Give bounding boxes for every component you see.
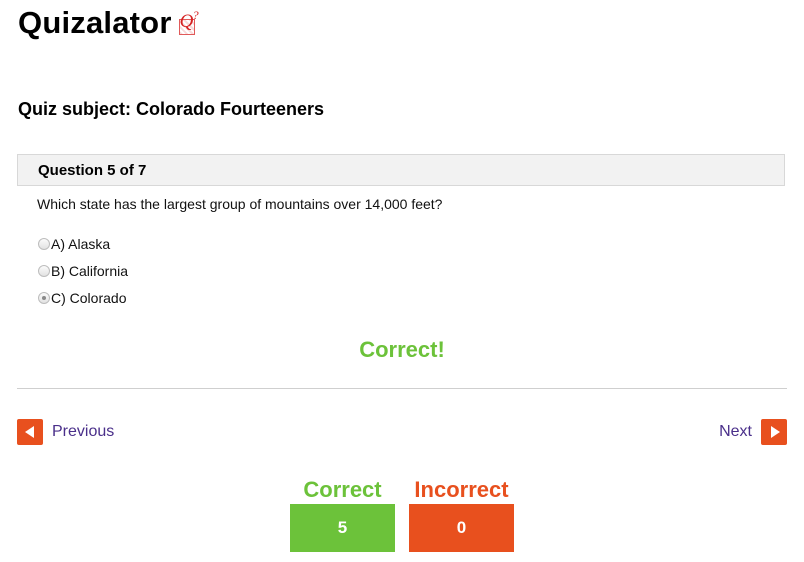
quizalator-app: Quizalator Q ? Quiz subject: Colorado Fo… (0, 0, 804, 562)
answer-option-c[interactable]: C) Colorado (38, 284, 128, 311)
incorrect-score-value: 0 (409, 504, 514, 552)
logo-question-mark: ? (192, 8, 199, 22)
question-counter: Question 5 of 7 (38, 162, 147, 179)
app-title: Quizalator (18, 5, 172, 40)
radio-button-b[interactable] (38, 264, 50, 277)
answer-option-label: A) Alaska (51, 235, 111, 252)
answer-feedback: Correct! (359, 337, 445, 362)
correct-score: Correct 5 (290, 478, 395, 552)
q-question-logo-icon: Q ? (177, 9, 201, 35)
incorrect-score: Incorrect 0 (409, 478, 514, 552)
quiz-subject: Quiz subject: Colorado Fourteeners (18, 99, 325, 119)
arrow-right-icon[interactable] (761, 419, 787, 445)
previous-button[interactable]: Previous (17, 419, 114, 445)
radio-button-c[interactable] (38, 291, 50, 304)
correct-score-value: 5 (290, 504, 395, 552)
logo-letter: Q (179, 11, 194, 32)
answer-option-label: B) California (51, 262, 129, 279)
incorrect-score-label: Incorrect (414, 477, 509, 502)
answer-options: A) Alaska B) California C) Colorado (38, 230, 128, 311)
answer-option-a[interactable]: A) Alaska (38, 230, 128, 257)
header: Quizalator Q ? (18, 4, 201, 42)
answer-option-label: C) Colorado (51, 289, 127, 306)
correct-score-label: Correct (303, 477, 382, 502)
answer-option-b[interactable]: B) California (38, 257, 128, 284)
next-button[interactable]: Next (719, 419, 787, 445)
radio-button-a[interactable] (38, 237, 50, 250)
divider (17, 388, 787, 389)
question-header-bar: Question 5 of 7 (17, 154, 785, 186)
next-link[interactable]: Next (719, 423, 752, 441)
arrow-left-icon[interactable] (17, 419, 43, 445)
question-text: Which state has the largest group of mou… (37, 196, 443, 212)
previous-link[interactable]: Previous (52, 423, 114, 441)
